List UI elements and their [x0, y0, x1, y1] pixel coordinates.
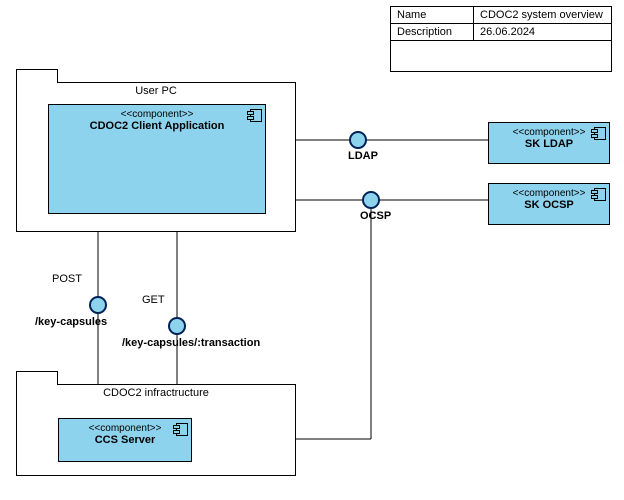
interface-post-path: /key-capsules: [35, 316, 107, 328]
interface-ocsp-label: OCSP: [360, 210, 391, 222]
component-ccs: <<component>> CCS Server: [58, 418, 192, 462]
interface-ldap: [349, 131, 367, 149]
component-sk-ldap-name: SK LDAP: [489, 138, 609, 150]
meta-blank: [391, 41, 612, 72]
interface-ocsp: [362, 191, 380, 209]
meta-name-value: CDOC2 system overview: [474, 7, 612, 24]
interface-key-capsules-post: [89, 296, 107, 314]
component-ccs-name: CCS Server: [59, 434, 191, 446]
component-icon: [591, 127, 605, 139]
component-client-stereo: <<component>>: [49, 109, 265, 120]
component-sk-ldap: <<component>> SK LDAP: [488, 122, 610, 164]
component-icon: [591, 188, 605, 200]
package-infra-title: CDOC2 infractructure: [17, 385, 295, 403]
component-icon: [173, 423, 187, 435]
interface-ldap-label: LDAP: [348, 150, 378, 162]
component-client-name: CDOC2 Client Application: [49, 120, 265, 132]
meta-desc-label: Description: [391, 24, 474, 41]
interface-key-capsules-get: [168, 317, 186, 335]
component-sk-ocsp: <<component>> SK OCSP: [488, 183, 610, 225]
component-icon: [247, 109, 261, 121]
meta-name-label: Name: [391, 7, 474, 24]
component-sk-ocsp-name: SK OCSP: [489, 199, 609, 211]
package-user-pc-title: User PC: [17, 83, 295, 101]
component-client: <<component>> CDOC2 Client Application: [48, 104, 266, 214]
meta-desc-value: 26.06.2024: [474, 24, 612, 41]
metadata-table: Name CDOC2 system overview Description 2…: [390, 6, 612, 72]
interface-get-path: /key-capsules/:transaction: [122, 337, 260, 349]
interface-get-method: GET: [142, 294, 165, 306]
component-ccs-stereo: <<component>>: [59, 423, 191, 434]
interface-post-method: POST: [52, 273, 82, 285]
